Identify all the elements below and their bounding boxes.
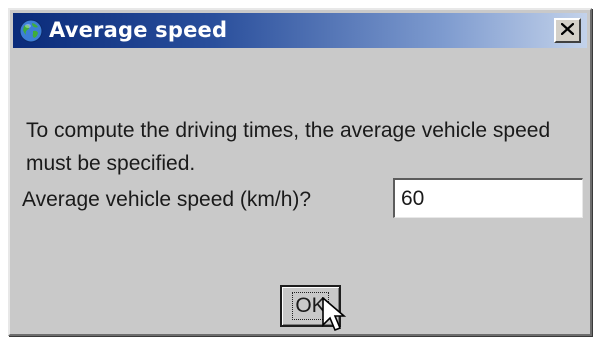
average-speed-input[interactable] — [393, 178, 583, 218]
mouse-pointer-icon — [322, 297, 347, 332]
instruction-text: To compute the driving times, the averag… — [26, 119, 551, 175]
close-icon — [560, 22, 575, 38]
globe-icon — [19, 19, 43, 43]
speed-field-label: Average vehicle speed (km/h)? — [22, 188, 312, 211]
title-bar[interactable]: Average speed — [13, 13, 587, 48]
window-title: Average speed — [49, 18, 228, 42]
close-button[interactable] — [554, 18, 581, 43]
average-speed-dialog: Average speed To compute the driving tim… — [8, 8, 592, 336]
